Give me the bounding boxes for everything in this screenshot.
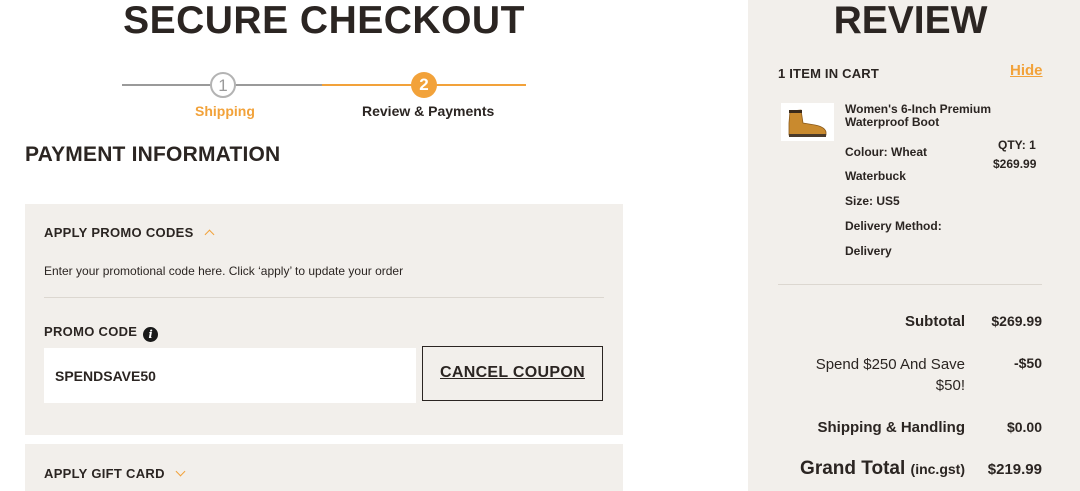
cart-item-count: 1 ITEM IN CART xyxy=(778,66,880,81)
chevron-up-icon xyxy=(204,229,215,240)
gift-card-panel: APPLY GIFT CARD xyxy=(25,444,623,491)
cancel-coupon-button[interactable]: CANCEL COUPON xyxy=(422,346,603,401)
gift-card-header: APPLY GIFT CARD xyxy=(44,466,165,481)
boot-thumbnail xyxy=(781,103,834,141)
discount-label: Spend $250 And Save $50! xyxy=(815,356,965,394)
review-column: REVIEW 1 ITEM IN CART Hide Women's 6-Inc… xyxy=(748,0,1080,491)
grand-total-text: Grand Total xyxy=(800,458,906,479)
promo-code-label-text: PROMO CODE xyxy=(44,324,138,339)
page-title: SECURE CHECKOUT xyxy=(123,0,525,42)
shipping-value: $0.00 xyxy=(1006,419,1042,435)
promo-code-label: PROMO CODE i xyxy=(44,324,159,342)
product-qty: QTY: 1 xyxy=(998,138,1036,152)
discount-value: -$50 xyxy=(1013,355,1042,371)
grand-total-label: Grand Total (inc.gst) xyxy=(800,458,965,480)
grand-total-value: $219.99 xyxy=(987,461,1042,478)
delivery-method-label: Delivery Method: xyxy=(845,219,942,233)
hide-cart-link[interactable]: Hide xyxy=(1010,62,1043,79)
gift-card-toggle[interactable]: APPLY GIFT CARD xyxy=(44,466,186,481)
subtotal-value: $269.99 xyxy=(991,313,1042,329)
info-icon[interactable]: i xyxy=(143,327,159,342)
delivery-method-value: Delivery xyxy=(845,244,892,258)
checkout-stepper: 1 2 Shipping Review & Payments xyxy=(122,70,526,120)
step-review-label: Review & Payments xyxy=(362,103,495,119)
divider xyxy=(778,284,1042,285)
promo-header: APPLY PROMO CODES xyxy=(44,225,194,240)
promo-panel: APPLY PROMO CODES Enter your promotional… xyxy=(25,204,623,435)
promo-code-input[interactable] xyxy=(44,348,416,403)
step-1-circle[interactable]: 1 xyxy=(210,72,236,98)
grand-total-suffix: (inc.gst) xyxy=(910,461,965,477)
product-colour-cont: Waterbuck xyxy=(845,169,906,183)
payment-heading: PAYMENT INFORMATION xyxy=(25,143,281,166)
step-shipping-link[interactable]: Shipping xyxy=(195,103,255,119)
promo-toggle[interactable]: APPLY PROMO CODES xyxy=(44,225,215,240)
product-name: Women's 6-Inch Premium Waterproof Boot xyxy=(845,102,991,129)
divider xyxy=(44,297,604,298)
review-title: REVIEW xyxy=(833,0,988,42)
checkout-column: SECURE CHECKOUT 1 2 Shipping Review & Pa… xyxy=(0,0,640,491)
boot-icon xyxy=(788,109,827,137)
chevron-down-icon xyxy=(175,466,186,477)
product-size: Size: US5 xyxy=(845,194,900,208)
step-2-circle: 2 xyxy=(411,72,437,98)
product-price: $269.99 xyxy=(993,157,1037,171)
shipping-label: Shipping & Handling xyxy=(817,419,965,436)
product-colour: Colour: Wheat xyxy=(845,145,927,159)
subtotal-label: Subtotal xyxy=(905,313,965,330)
promo-description: Enter your promotional code here. Click … xyxy=(44,264,404,278)
